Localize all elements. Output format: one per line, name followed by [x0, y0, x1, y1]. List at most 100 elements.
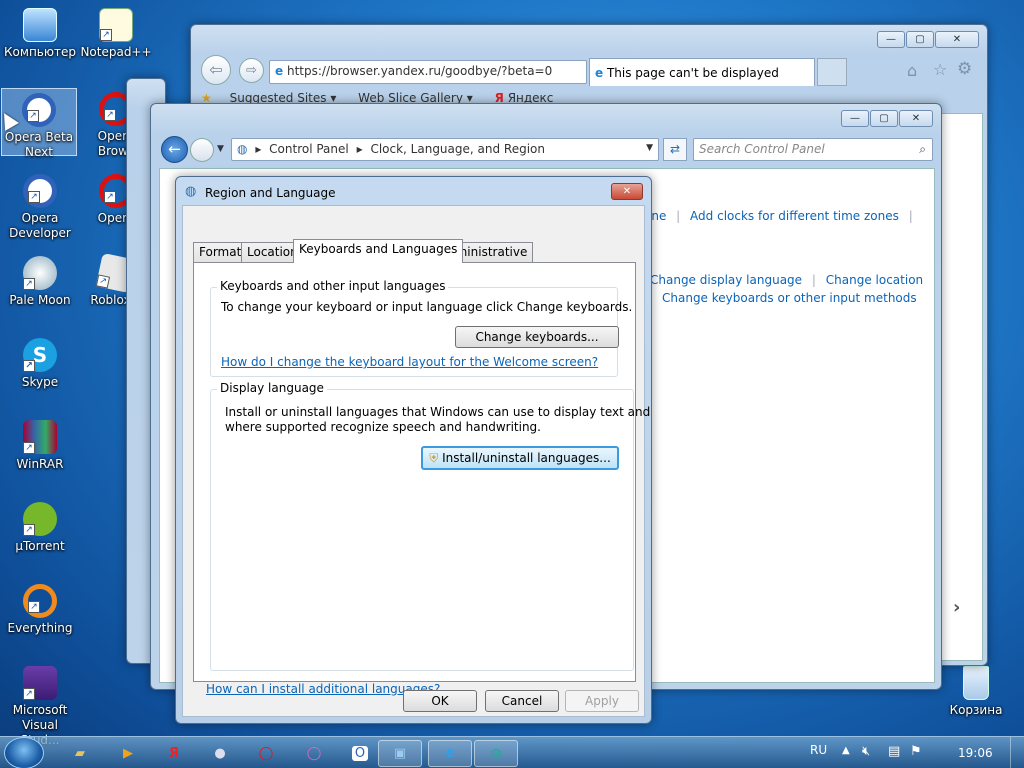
- clock[interactable]: 19:06: [958, 746, 993, 760]
- everything-icon: ↗: [23, 584, 57, 618]
- media-player-taskbar-icon[interactable]: ▶: [106, 740, 150, 767]
- refresh-button[interactable]: ⇄: [663, 138, 687, 161]
- volume-muted-icon[interactable]: 🔇︎: [862, 744, 870, 759]
- yandex-taskbar-icon[interactable]: Я: [152, 740, 196, 767]
- desktop-icon-label: Pale Moon: [9, 293, 71, 307]
- dialog-title: Region and Language: [205, 186, 336, 200]
- group-display-language: Display language Install or uninstall la…: [210, 381, 650, 671]
- group-keyboards: Keyboards and other input languages To c…: [210, 279, 632, 377]
- address-bar[interactable]: e https://browser.yandex.ru/goodbye/?bet…: [269, 60, 587, 84]
- globe-icon: ◍: [185, 184, 197, 199]
- close-button[interactable]: ✕: [611, 183, 643, 200]
- explorer-taskbar-icon[interactable]: ▰: [58, 740, 102, 767]
- search-icon[interactable]: ⌕: [919, 142, 926, 157]
- ie-icon: e: [595, 66, 604, 80]
- control-panel-icon: ◍: [237, 142, 248, 156]
- breadcrumb-clock-language-region[interactable]: Clock, Language, and Region: [370, 142, 545, 156]
- desktop-icon-opera-developer[interactable]: ↗ Opera Developer: [2, 170, 78, 241]
- link-change-location[interactable]: Change location: [826, 273, 923, 287]
- cancel-button[interactable]: Cancel: [485, 690, 559, 712]
- desktop-icon-recycle-bin[interactable]: Корзина: [938, 662, 1014, 718]
- desktop-icon-label: Notepad++: [80, 45, 152, 59]
- search-input[interactable]: Search Control Panel ⌕: [693, 138, 933, 161]
- tab-page: Keyboards and other input languages To c…: [193, 262, 650, 696]
- action-center-flag-icon[interactable]: ⚑: [910, 744, 922, 759]
- browser-tab[interactable]: e This page can't be displayed: [589, 58, 815, 86]
- region-language-taskbar-icon[interactable]: ◍: [474, 740, 518, 767]
- recycle-bin-icon: [963, 666, 989, 700]
- minimize-button[interactable]: —: [877, 31, 905, 48]
- desktop-icon-label: Opera Developer: [9, 211, 71, 240]
- home-icon[interactable]: ⌂: [907, 61, 917, 80]
- notepadpp-icon: ↗: [99, 8, 133, 42]
- skype-icon: S ↗: [23, 338, 57, 372]
- show-hidden-icons-icon[interactable]: ▲: [842, 745, 850, 756]
- desktop-icon-pale-moon[interactable]: ↗ Pale Moon: [2, 252, 78, 308]
- desktop-icon-everything[interactable]: ↗ Everything: [2, 580, 78, 636]
- close-button[interactable]: ✕: [935, 31, 979, 48]
- desktop-icon-label: Компьютер: [4, 45, 76, 59]
- start-button[interactable]: [4, 737, 44, 768]
- show-desktop-button[interactable]: [1010, 737, 1024, 768]
- back-button[interactable]: ←: [161, 136, 188, 163]
- taskbar: ▰ ▶ Я ● ◯ ◯ O ▣ e ◍ RU ▲ 🔇︎ ▤ ⚑ 19:06: [0, 736, 1024, 768]
- link-add-clocks[interactable]: Add clocks for different time zones: [690, 209, 899, 223]
- chevron-down-icon[interactable]: ▼: [646, 143, 653, 153]
- pale-moon-icon: ↗: [23, 256, 57, 290]
- winrar-icon: ↗: [23, 420, 57, 454]
- link-change-keyboards[interactable]: Change keyboards or other input methods: [662, 291, 917, 305]
- uac-shield-icon: ⛨: [429, 451, 439, 465]
- opera-beta-taskbar-icon[interactable]: O: [338, 740, 382, 767]
- opera-beta-icon: ↗: [22, 93, 56, 127]
- pale-moon-taskbar-icon[interactable]: ●: [198, 740, 242, 767]
- gear-icon[interactable]: ⚙: [957, 59, 972, 79]
- desktop-icon-winrar[interactable]: ↗ WinRAR: [2, 416, 78, 472]
- tab-keyboards-languages[interactable]: Keyboards and Languages: [293, 239, 464, 263]
- breadcrumb-control-panel[interactable]: Control Panel: [269, 142, 349, 156]
- apply-button[interactable]: Apply: [565, 690, 639, 712]
- group-display-language-title: Display language: [217, 381, 327, 395]
- maximize-button[interactable]: ▢: [870, 110, 898, 127]
- desktop-icon-notepadpp[interactable]: ↗ Notepad++: [78, 4, 154, 60]
- ie-icon: e: [275, 64, 284, 78]
- desktop-icon-skype[interactable]: S ↗ Skype: [2, 334, 78, 390]
- maximize-button[interactable]: ▢: [906, 31, 934, 48]
- history-dropdown[interactable]: ▼: [217, 144, 224, 154]
- minimize-button[interactable]: —: [841, 110, 869, 127]
- dialog-body: Formats Location Keyboards and Languages…: [182, 205, 650, 717]
- chevron-right-icon[interactable]: ›: [953, 597, 960, 618]
- link-change-display-language[interactable]: Change display language: [650, 273, 802, 287]
- ok-button[interactable]: OK: [403, 690, 477, 712]
- change-keyboards-button[interactable]: Change keyboards...: [455, 326, 619, 348]
- group-display-language-text-2: where supported recognize speech and han…: [225, 420, 541, 434]
- new-tab-button[interactable]: [817, 58, 847, 86]
- forward-button[interactable]: [190, 138, 214, 162]
- group-keyboards-text: To change your keyboard or input languag…: [221, 300, 633, 314]
- computer-icon: [23, 8, 57, 42]
- opera-taskbar-icon[interactable]: ◯: [244, 740, 288, 767]
- forward-button[interactable]: ⇨: [239, 58, 264, 83]
- back-button[interactable]: ⇦: [201, 55, 231, 85]
- link-welcome-keyboard-layout[interactable]: How do I change the keyboard layout for …: [221, 355, 598, 369]
- network-icon[interactable]: ▤: [888, 744, 900, 759]
- control-panel-taskbar-icon[interactable]: ▣: [378, 740, 422, 767]
- ie-taskbar-icon[interactable]: e: [428, 740, 472, 767]
- breadcrumb[interactable]: ◍ ▸ Control Panel ▸ Clock, Language, and…: [231, 138, 659, 161]
- opera-developer-taskbar-icon[interactable]: ◯: [292, 740, 336, 767]
- visual-studio-icon: ↗: [23, 666, 57, 700]
- close-button[interactable]: ✕: [899, 110, 933, 127]
- desktop-icon-label: µTorrent: [15, 539, 65, 553]
- address-text: https://browser.yandex.ru/goodbye/?beta=…: [286, 64, 553, 78]
- language-indicator[interactable]: RU: [810, 743, 827, 757]
- desktop-icon-computer[interactable]: Компьютер: [2, 4, 78, 60]
- desktop-icon-utorrent[interactable]: ↗ µTorrent: [2, 498, 78, 554]
- desktop-icon-label: Everything: [7, 621, 73, 635]
- tab-title: This page can't be displayed: [606, 66, 779, 80]
- desktop-icon-label: Корзина: [949, 703, 1003, 717]
- group-display-language-text-1: Install or uninstall languages that Wind…: [225, 405, 651, 419]
- desktop-icon-label: Opera Beta Next: [4, 130, 74, 159]
- group-keyboards-title: Keyboards and other input languages: [217, 279, 449, 293]
- install-languages-button[interactable]: ⛨ Install/uninstall languages...: [421, 446, 619, 470]
- favorites-star-icon[interactable]: ☆: [933, 60, 947, 79]
- desktop-icon-label: WinRAR: [16, 457, 64, 471]
